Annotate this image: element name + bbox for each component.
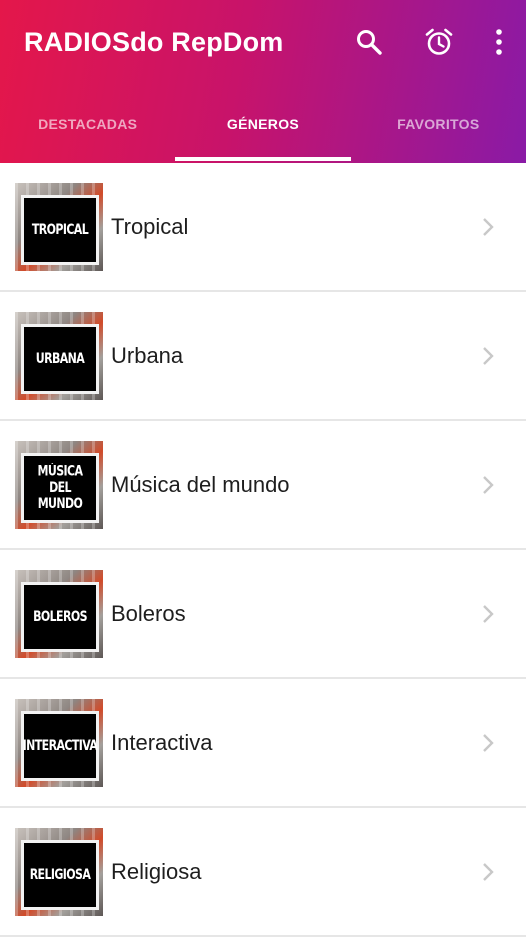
thumbnail-frame: BOLEROS [21,581,99,652]
thumbnail-text: URBANA [35,350,85,367]
thumbnail-frame: TROPICAL [21,194,99,265]
genre-thumbnail: BOLEROS [15,569,103,658]
thumbnail-frame: INTERACTIVA [21,710,99,781]
chevron-right-icon [476,344,500,368]
tab-indicator [175,157,351,161]
alarm-clock-icon [425,28,453,55]
genre-thumbnail: TROPICAL [15,182,103,271]
more-options-button[interactable] [485,22,513,62]
genre-label: Interactiva [111,729,213,755]
list-item-interactiva[interactable]: INTERACTIVA Interactiva [0,679,526,808]
thumbnail-frame: URBANA [21,323,99,394]
chevron-right-icon [476,731,500,755]
app-bar: RADIOSdo RepDom DESTACADAS GÉNEROS FAVOR… [0,0,526,163]
genre-label: Religiosa [111,858,202,884]
chevron-right-icon [476,215,500,239]
chevron-right-icon [476,602,500,626]
chevron-right-icon [476,473,500,497]
thumbnail-frame: MÚSICA DEL MUNDO [21,452,99,523]
more-vertical-icon [496,29,502,55]
tab-destacadas[interactable]: DESTACADAS [0,84,175,163]
list-item-religiosa[interactable]: RELIGIOSA Religiosa [0,808,526,937]
thumbnail-frame: RELIGIOSA [21,839,99,910]
app-title: RADIOSdo RepDom [24,26,284,57]
genre-thumbnail: RELIGIOSA [15,827,103,916]
genre-label: Música del mundo [111,471,290,497]
list-item-boleros[interactable]: BOLEROS Boleros [0,550,526,679]
chevron-right-icon [476,860,500,884]
tab-bar: DESTACADAS GÉNEROS FAVORITOS [0,84,526,163]
toolbar: RADIOSdo RepDom [0,0,526,84]
list-item-tropical[interactable]: TROPICAL Tropical [0,163,526,292]
tab-favoritos[interactable]: FAVORITOS [351,84,526,163]
thumbnail-text: MÚSICA DEL MUNDO [37,463,83,512]
alarm-button[interactable] [419,22,459,62]
thumbnail-text: INTERACTIVA [22,737,98,754]
search-icon [357,30,382,55]
genre-label: Boleros [111,600,186,626]
genre-label: Urbana [111,342,184,368]
genre-list: TROPICAL Tropical URBANA Urbana MÚSICA D… [0,163,526,937]
genre-label: Tropical [111,213,189,239]
tab-generos[interactable]: GÉNEROS [175,84,350,163]
thumbnail-text: BOLEROS [33,608,87,625]
thumbnail-text: TROPICAL [31,221,89,238]
genre-thumbnail: URBANA [15,311,103,400]
list-item-urbana[interactable]: URBANA Urbana [0,292,526,421]
genre-thumbnail: INTERACTIVA [15,698,103,787]
genre-thumbnail: MÚSICA DEL MUNDO [15,440,103,529]
search-button[interactable] [349,22,389,62]
list-item-musica-del-mundo[interactable]: MÚSICA DEL MUNDO Música del mundo [0,421,526,550]
thumbnail-text: RELIGIOSA [29,866,91,883]
